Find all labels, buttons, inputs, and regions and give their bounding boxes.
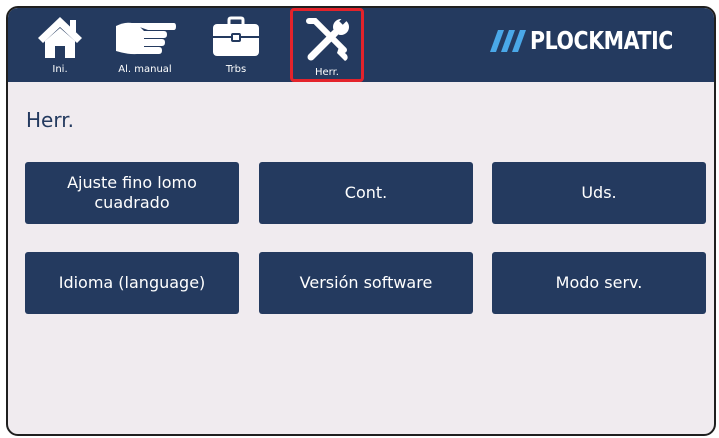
counters-button[interactable]: Cont. — [259, 162, 473, 224]
page-title: Herr. — [26, 108, 74, 132]
nav-label-jobs: Trbs — [225, 64, 247, 75]
tools-icon — [303, 15, 351, 65]
top-navigation-bar: Ini. Al. manual Trbs Herr. PLOCKMATIC — [8, 8, 714, 82]
hand-icon — [114, 12, 176, 62]
language-button[interactable]: Idioma (language) — [25, 252, 239, 314]
nav-item-manual[interactable]: Al. manual — [111, 8, 179, 82]
plockmatic-logo: PLOCKMATIC — [489, 26, 704, 55]
brand-slashes-icon — [489, 29, 526, 52]
software-version-button[interactable]: Versión software — [259, 252, 473, 314]
units-button[interactable]: Uds. — [492, 162, 706, 224]
brand-name: PLOCKMATIC — [529, 26, 673, 55]
nav-item-home[interactable]: Ini. — [26, 8, 94, 82]
nav-label-manual: Al. manual — [118, 64, 172, 75]
nav-label-home: Ini. — [52, 64, 68, 75]
app-window: Ini. Al. manual Trbs Herr. PLOCKMATIC He… — [6, 6, 716, 436]
home-icon — [36, 12, 84, 62]
nav-item-jobs[interactable]: Trbs — [202, 8, 270, 82]
nav-label-tools: Herr. — [315, 67, 339, 78]
briefcase-icon — [211, 12, 261, 62]
fine-adjust-square-spine-button[interactable]: Ajuste fino lomo cuadrado — [25, 162, 239, 224]
service-mode-button[interactable]: Modo serv. — [492, 252, 706, 314]
nav-item-tools[interactable]: Herr. — [290, 8, 364, 82]
